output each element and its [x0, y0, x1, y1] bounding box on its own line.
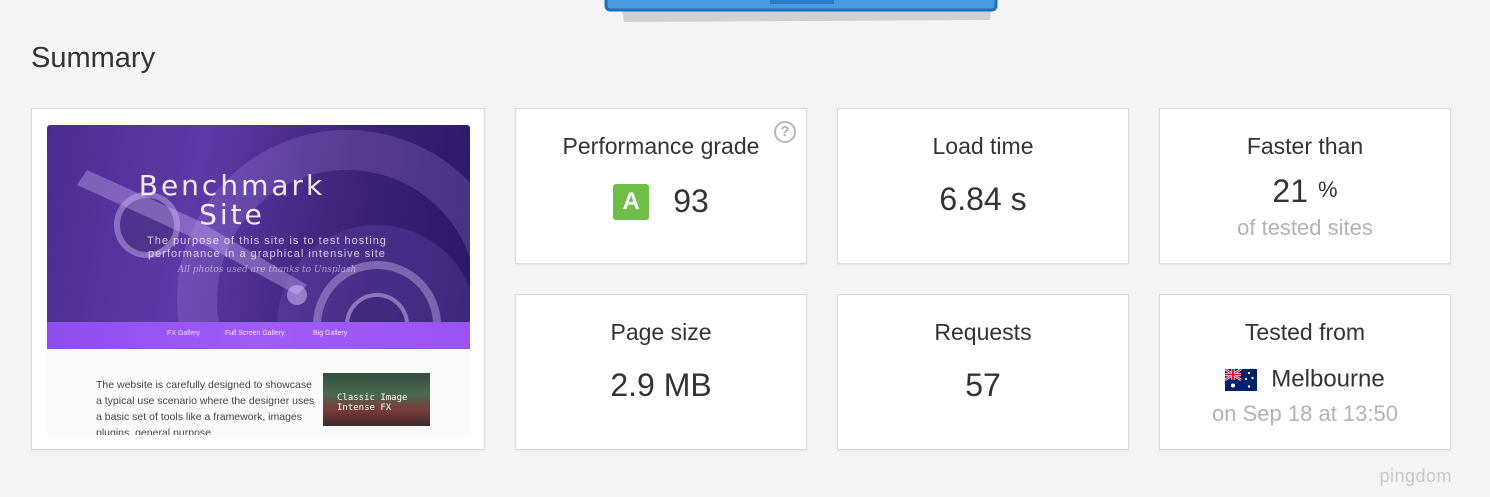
laptop-illustration [604, 0, 998, 22]
grade-badge: A [613, 183, 650, 220]
screenshot-thumbnail-caption: Classic Image Intense FX [337, 393, 408, 413]
screenshot-nav-item: FX Gallery [167, 330, 201, 337]
requests-card: Requests 57 [837, 294, 1129, 450]
faster-than-subtext: of tested sites [1237, 215, 1373, 240]
faster-than-card: Faster than 21% of tested sites [1159, 108, 1451, 264]
tested-from-date: on Sep 18 at 13:50 [1212, 401, 1398, 426]
performance-grade-label: Performance grade [562, 133, 760, 159]
tested-from-label: Tested from [1244, 319, 1366, 345]
load-time-value: 6.84 s [939, 181, 1027, 217]
screenshot-hero-title: Benchmark Site [138, 169, 326, 231]
requests-label: Requests [934, 319, 1032, 345]
performance-grade-value: A 93 [516, 181, 806, 220]
screenshot-hero: Benchmark Site The purpose of this site … [47, 125, 470, 322]
load-time-label: Load time [932, 133, 1034, 159]
page-size-label: Page size [610, 319, 712, 345]
summary-heading: Summary [31, 42, 156, 74]
requests-value: 57 [965, 367, 1001, 403]
page-size-value: 2.9 MB [610, 367, 712, 403]
performance-score: 93 [673, 183, 709, 220]
screenshot-hero-subtitle: The purpose of this site is to test host… [147, 235, 387, 260]
performance-grade-card: ? Performance grade A 93 [515, 108, 807, 264]
load-time-card: Load time 6.84 s [837, 108, 1129, 264]
screenshot-body-text: The website is carefully designed to sho… [96, 379, 315, 435]
screenshot-nav-item: Big Gallery [313, 330, 348, 337]
website-screenshot: Benchmark Site The purpose of this site … [47, 125, 470, 435]
tested-from-card: Tested from Melbourne on Sep 18 at 13:50 [1159, 294, 1451, 450]
faster-than-label: Faster than [1246, 133, 1364, 159]
tested-from-city: Melbourne [1271, 365, 1385, 393]
screenshot-nav: FX Gallery Full Screen Gallery Big Galle… [47, 322, 470, 349]
faster-than-number: 21 [1272, 173, 1309, 209]
screenshot-hero-credit: All photos used are thanks to Unsplash [177, 265, 357, 275]
percent-unit: % [1318, 177, 1338, 202]
faster-than-value: 21% [1160, 173, 1450, 210]
pingdom-logo: pingdom [1379, 466, 1452, 486]
australia-flag-icon [1225, 368, 1258, 391]
tested-from-location: Melbourne [1160, 359, 1450, 396]
screenshot-thumbnail: Classic Image Intense FX [323, 373, 430, 426]
website-screenshot-card[interactable]: Benchmark Site The purpose of this site … [31, 108, 485, 450]
screenshot-nav-item: Full Screen Gallery [225, 330, 285, 337]
page-size-card: Page size 2.9 MB [515, 294, 807, 450]
